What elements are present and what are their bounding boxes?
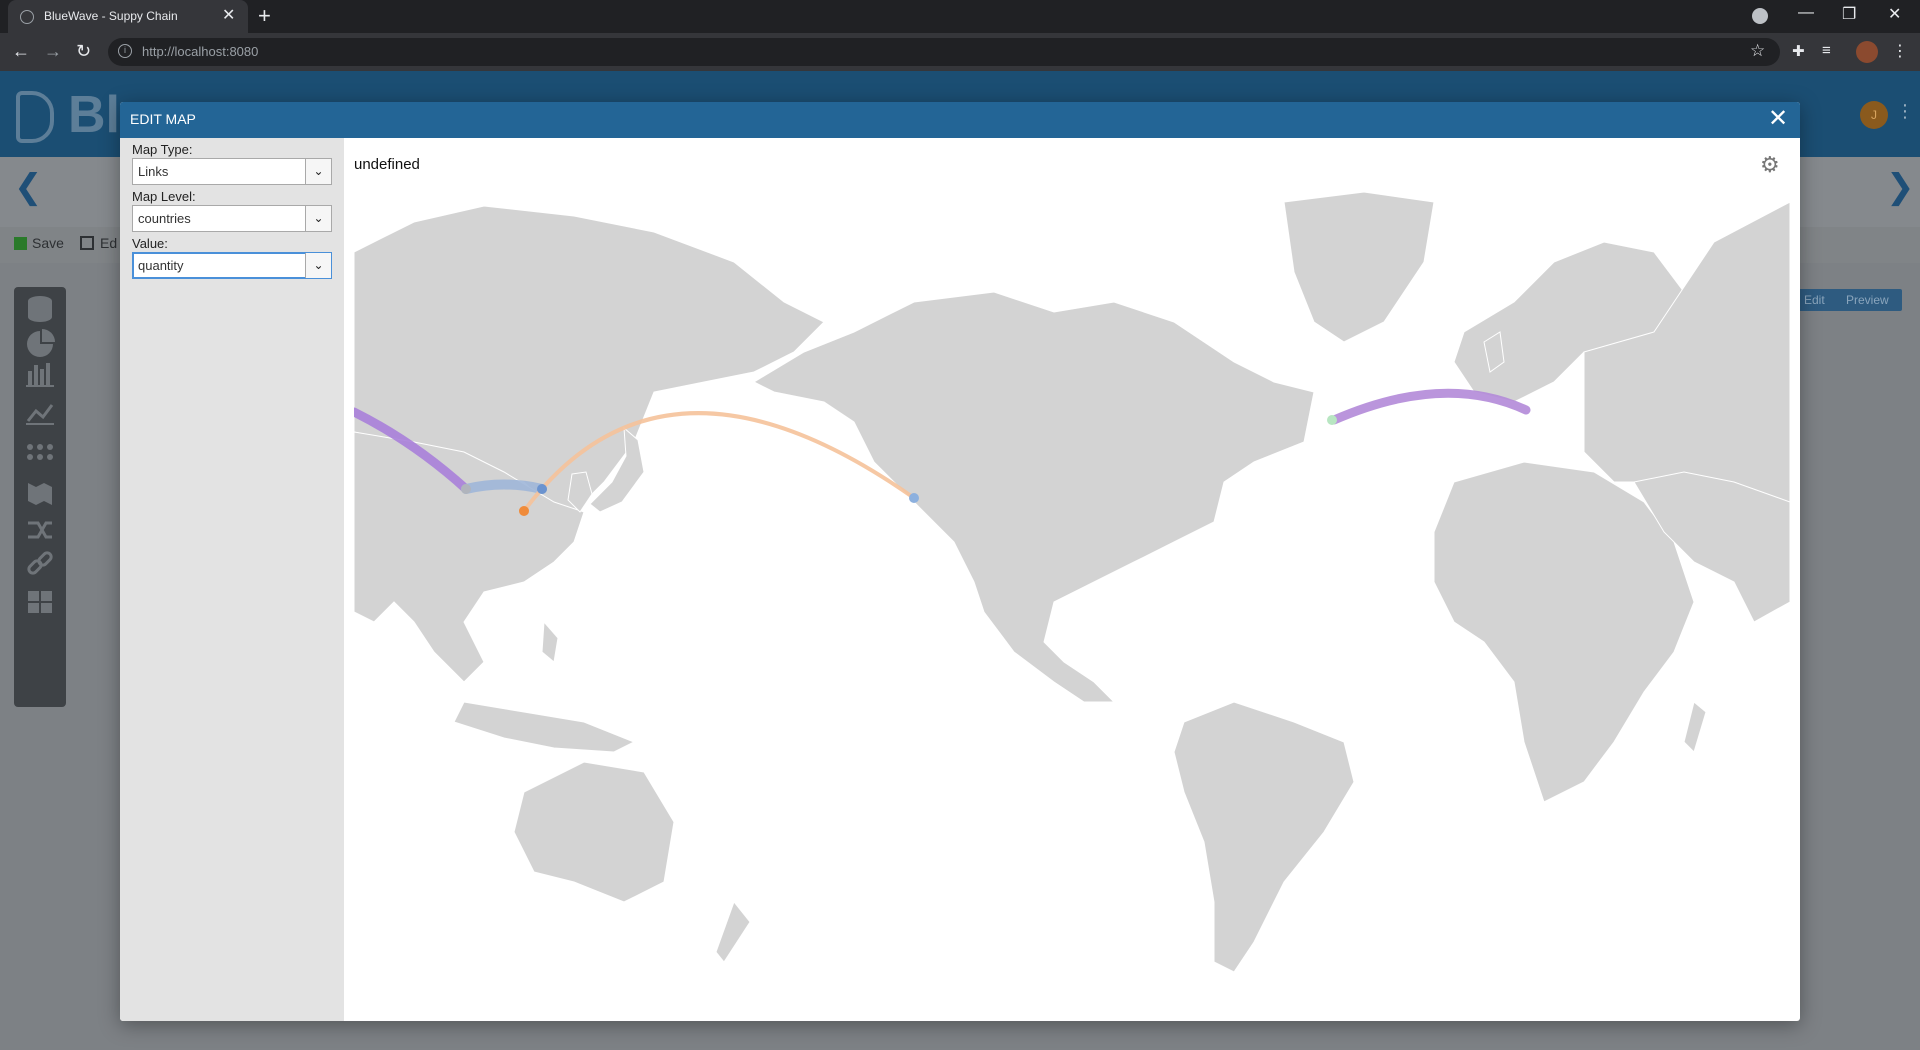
app-menu-icon[interactable]: ⋮ [1896,101,1914,122]
land-north-america [752,291,1315,703]
previous-arrow-icon[interactable]: ❮ [14,167,43,207]
url-text[interactable]: http://localhost:8080 [142,44,258,59]
edit-map-dialog: EDIT MAP ✕ Map Type: Links ⌄ Map Level: … [120,102,1800,1021]
land-greenland [1283,191,1435,343]
toggle-edit[interactable]: Edit [1804,293,1825,307]
map-options-panel: Map Type: Links ⌄ Map Level: countries ⌄… [120,138,344,1021]
land-south-america [1173,701,1355,973]
chevron-down-icon[interactable]: ⌄ [305,253,331,278]
forward-arrow-icon[interactable]: → [44,41,62,61]
land-philippines [541,620,559,663]
map-type-value: Links [138,164,169,179]
close-tab-icon[interactable]: ✕ [222,7,235,25]
link-line[interactable] [1329,388,1531,425]
tab-title: BlueWave - Suppy Chain [44,9,178,23]
shuffle-icon[interactable] [28,521,52,539]
close-icon[interactable]: ✕ [1768,107,1788,131]
check-icon [14,237,27,250]
map-node[interactable] [537,484,547,494]
database-icon[interactable] [28,296,52,322]
map-type-label: Map Type: [132,142,193,157]
edit-icon [80,236,94,250]
chevron-down-icon[interactable]: ⌄ [305,159,331,184]
value-value: quantity [138,258,184,273]
minimize-button[interactable]: — [1798,4,1814,22]
app-tool-sidebar [14,287,66,707]
back-arrow-icon[interactable]: ← [12,41,30,61]
map-node[interactable] [1327,415,1337,425]
land-masses [354,191,1790,973]
app-logo-text: Bl [68,86,120,144]
next-arrow-icon[interactable]: ❯ [1886,167,1915,207]
grid-icon[interactable] [28,591,52,613]
land-madagascar [1683,701,1707,753]
user-avatar[interactable]: J [1860,101,1888,129]
tab-search-icon[interactable] [1752,8,1768,24]
save-button[interactable]: Save [32,235,64,251]
map-level-value: countries [138,211,191,226]
address-bar[interactable]: i http://localhost:8080 ☆ [108,38,1780,66]
map-level-label: Map Level: [132,189,196,204]
edit-button[interactable]: Ed [100,235,117,251]
bar-chart-icon[interactable] [26,363,54,387]
pie-chart-icon[interactable] [27,329,55,357]
puzzle-icon[interactable]: ✚ [1792,42,1805,60]
profile-avatar[interactable] [1856,41,1878,63]
browser-titlebar: BlueWave - Suppy Chain ✕ + — ❐ ✕ [0,0,1920,33]
map-type-select[interactable]: Links ⌄ [132,158,332,185]
map-title: undefined [354,156,420,173]
line-chart-icon[interactable] [26,404,54,425]
map-level-select[interactable]: countries ⌄ [132,205,332,232]
world-map[interactable] [354,182,1790,1012]
browser-toolbar: ← → ↻ i http://localhost:8080 ☆ ✚ ≡ ⋮ [0,33,1920,71]
reload-icon[interactable]: ↻ [76,41,91,61]
toggle-preview[interactable]: Preview [1846,293,1889,307]
link-icon[interactable] [27,551,53,575]
new-tab-button[interactable]: + [258,5,271,27]
info-icon[interactable]: i [118,44,132,58]
sidebar-icons [26,296,55,613]
kebab-menu-icon[interactable]: ⋮ [1892,41,1908,61]
star-icon[interactable]: ☆ [1750,41,1765,61]
browser-tab[interactable]: BlueWave - Suppy Chain ✕ [8,0,248,33]
map-node[interactable] [461,484,471,494]
land-indonesia [453,701,636,753]
globe-icon [20,10,34,24]
value-label: Value: [132,236,168,251]
land-new-zealand [715,900,751,963]
land-australia [513,761,675,903]
scatter-icon[interactable] [27,444,53,460]
link-line[interactable] [461,479,547,494]
dialog-header: EDIT MAP ✕ [120,102,1800,138]
bluewave-logo-icon [16,91,54,143]
map-node[interactable] [519,506,529,516]
dialog-title: EDIT MAP [130,111,196,127]
gear-icon[interactable]: ⚙ [1760,152,1780,178]
chevron-down-icon[interactable]: ⌄ [305,206,331,231]
media-queue-icon[interactable]: ≡ [1822,42,1831,59]
map-node[interactable] [909,493,919,503]
window-close-button[interactable]: ✕ [1888,4,1901,24]
value-select[interactable]: quantity ⌄ [132,252,332,279]
map-icon[interactable] [28,483,52,505]
restore-button[interactable]: ❐ [1842,4,1856,24]
